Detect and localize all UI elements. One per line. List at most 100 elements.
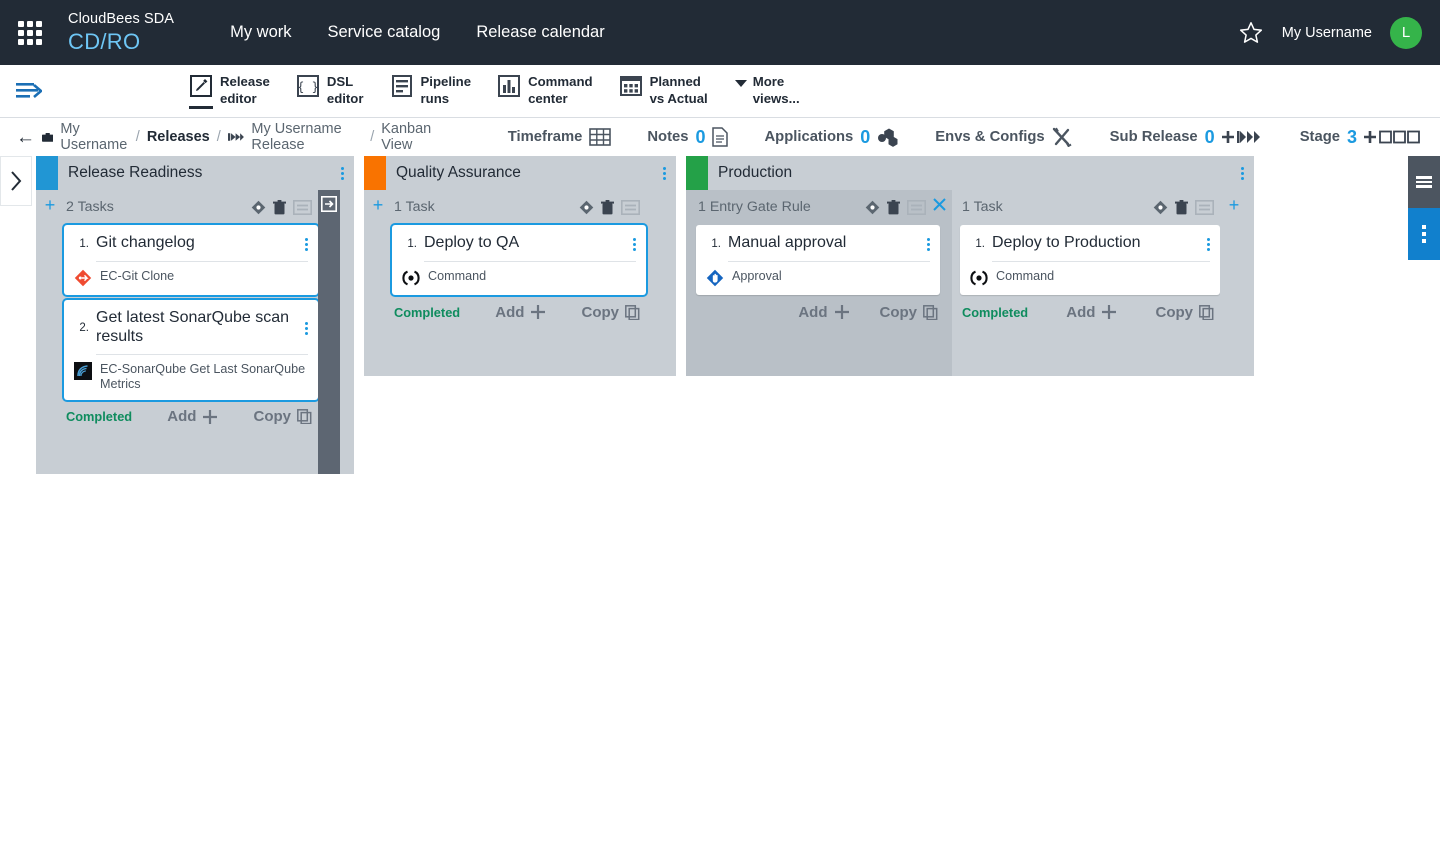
task-card[interactable]: 1. Deploy to Production Command [960,225,1220,295]
star-icon[interactable] [1238,20,1264,46]
copy-task-label: Copy [582,304,620,321]
add-panel-button[interactable]: + [1220,190,1248,376]
nav-item-service-catalog[interactable]: Service catalog [328,23,441,42]
plus-chevrons-icon [1222,128,1264,146]
stat-notes[interactable]: Notes 0 [629,127,746,148]
diamond-gate-icon[interactable] [865,200,880,215]
column-color-swatch [686,156,708,190]
trash-icon[interactable] [887,200,900,215]
board-menu-button[interactable] [1408,156,1440,208]
copy-task-button[interactable]: Copy [880,304,939,321]
task-title: Get latest SonarQube scan results [96,308,297,346]
trash-icon[interactable] [1175,200,1188,215]
add-panel-button[interactable]: + [364,190,392,376]
tab-more-views[interactable]: More views... [753,68,813,114]
plus-icon [834,304,850,320]
stat-timeframe[interactable]: Timeframe [490,128,630,146]
task-menu-button[interactable] [633,233,636,253]
list-lines-icon[interactable] [621,200,640,215]
username-label[interactable]: My Username [1282,25,1372,41]
task-menu-button[interactable] [305,308,308,337]
tab-release-editor[interactable]: Release editor [176,68,283,114]
tab-planned-vs-actual[interactable]: Planned vs Actual [606,68,721,114]
kanban-board: Release Readiness + 2 Tasks [0,156,1440,857]
chevron-down-icon[interactable] [735,80,747,87]
tab-pipeline-runs[interactable]: Pipeline runs [377,68,485,114]
task-menu-button[interactable] [927,233,930,253]
stat-envs-configs[interactable]: Envs & Configs [917,127,1091,147]
task-index: 1. [402,233,424,250]
column-header: Production [686,156,1254,190]
panel-title: 2 Tasks [66,199,114,215]
list-lines-icon[interactable] [907,200,926,215]
board-options-button[interactable] [1408,208,1440,260]
breadcrumb-item-releases[interactable]: Releases [147,129,210,145]
diamond-gate-icon[interactable] [1153,200,1168,215]
git-diamond-icon [74,269,92,287]
stat-stage-label: Stage [1300,129,1340,145]
add-task-button[interactable]: Add [167,408,218,425]
task-card[interactable]: 1. Manual approval Approval [696,225,940,295]
column-menu-button[interactable] [663,165,666,182]
list-lines-icon[interactable] [1195,200,1214,215]
diamond-gate-icon[interactable] [579,200,594,215]
copy-icon [297,409,312,424]
panel-header: 1 Task [392,194,646,220]
stage-panel-entry-gate: 1 Entry Gate Rule [686,190,952,376]
stat-sub-release[interactable]: Sub Release 0 [1092,127,1282,148]
copy-task-button[interactable]: Copy [582,304,641,321]
briefcase-icon [42,131,53,144]
tab-command-center[interactable]: Command center [484,68,605,114]
main-nav: My work Service catalog Release calendar [230,23,605,42]
task-plugin-label: EC-SonarQube Get Last SonarQube Metrics [100,362,308,391]
add-task-button[interactable]: Add [1066,304,1117,321]
brand-logo[interactable]: CloudBees SDA CD/RO [68,12,174,52]
column-menu-button[interactable] [341,165,344,182]
trash-icon[interactable] [273,200,286,215]
stat-notes-count: 0 [695,127,705,148]
list-lines-icon[interactable] [293,200,312,215]
plus-icon [530,304,546,320]
task-card[interactable]: 1. Git changelog EC-Git Clone [64,225,318,295]
task-card[interactable]: 1. Deploy to QA Command [392,225,646,295]
task-title: Deploy to Production [992,233,1199,252]
avatar[interactable]: L [1390,17,1422,49]
diamond-gate-icon[interactable] [251,200,266,215]
add-panel-button[interactable]: + [36,190,64,474]
breadcrumb-item-kanban-view[interactable]: Kanban View [381,121,446,153]
task-menu-button[interactable] [305,233,308,253]
exit-stage-icon [321,196,337,212]
nav-item-my-work[interactable]: My work [230,23,291,42]
breadcrumb-item-user[interactable]: My Username [60,121,128,153]
collapse-sidebar-icon[interactable] [16,81,42,101]
tab-dsl-editor[interactable]: { } DSL editor [283,68,377,114]
close-x-icon[interactable] [933,198,946,211]
column-menu-button[interactable] [1241,165,1244,182]
app-header: CloudBees SDA CD/RO My work Service cata… [0,0,1440,65]
stat-stage[interactable]: Stage 3 [1282,127,1440,148]
expand-left-panel-button[interactable] [0,156,32,206]
add-task-button[interactable]: Add [798,304,849,321]
stat-applications[interactable]: Applications 0 [746,127,917,148]
breadcrumb-item-release[interactable]: My Username Release [251,121,363,153]
copy-task-button[interactable]: Copy [1156,304,1215,321]
breadcrumb-separator: / [217,129,221,145]
arrow-left-icon[interactable]: ← [16,128,35,147]
trash-icon[interactable] [601,200,614,215]
panel-actions [251,200,312,215]
add-task-button[interactable]: Add [495,304,546,321]
tab-command-center-label: Command center [528,74,592,108]
tab-active-indicator [189,106,213,109]
app-launcher-icon[interactable] [16,19,44,47]
nav-item-release-calendar[interactable]: Release calendar [476,23,604,42]
copy-task-button[interactable]: Copy [254,408,313,425]
panel-status-badge: Completed [962,305,1028,320]
stage-exit-rail[interactable] [318,190,340,474]
stat-envs-configs-label: Envs & Configs [935,129,1044,145]
task-menu-button[interactable] [1207,233,1210,253]
header-right: My Username L [1238,17,1440,49]
task-index: 2. [74,308,96,334]
panel-footer: Completed Add Copy [960,295,1220,329]
task-card[interactable]: 2. Get latest SonarQube scan results [64,300,318,400]
view-tabs: Release editor { } DSL editor [176,68,813,114]
